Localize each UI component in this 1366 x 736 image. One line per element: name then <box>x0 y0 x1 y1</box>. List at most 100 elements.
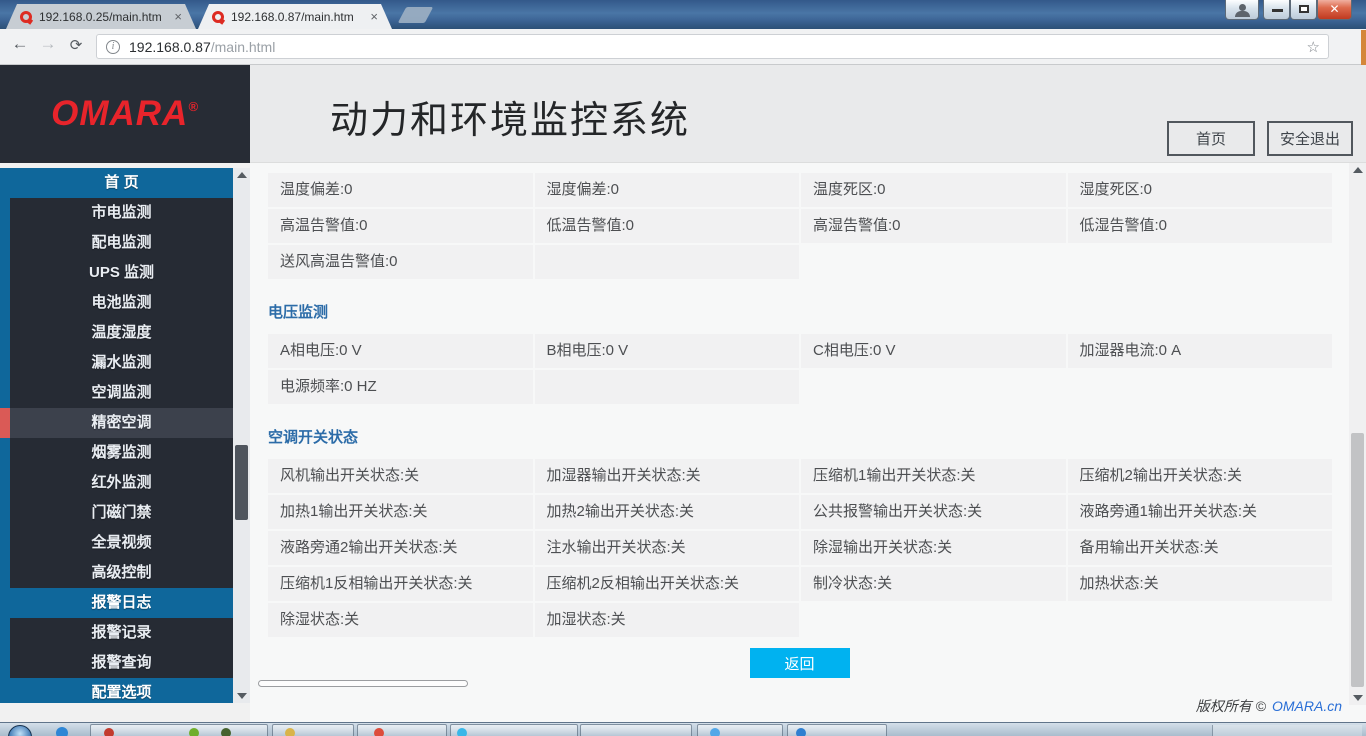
footer: 版权所有 ©OMARA.cn <box>1196 696 1342 716</box>
table-cell: 加热1输出开关状态:关 <box>268 495 533 529</box>
person-icon <box>1239 4 1246 11</box>
horizontal-scrollbar[interactable] <box>258 680 468 687</box>
bookmark-star-icon[interactable]: ☆ <box>1307 38 1320 56</box>
windows-taskbar <box>0 722 1366 736</box>
scroll-down-icon[interactable] <box>1353 695 1363 701</box>
table-row: 液路旁通2输出开关状态:关注水输出开关状态:关除湿输出开关状态:关备用输出开关状… <box>268 531 1332 565</box>
omara-logo: OMARA® <box>51 94 199 134</box>
data-section: 电压监测A相电压:0 VB相电压:0 VC相电压:0 V加湿器电流:0 A电源频… <box>268 301 1332 404</box>
refresh-icon[interactable]: ⟳ <box>64 36 88 54</box>
data-table: 风机输出开关状态:关加湿器输出开关状态:关压缩机1输出开关状态:关压缩机2输出开… <box>268 459 1332 637</box>
table-row: 除湿状态:关加湿状态:关 <box>268 603 1332 637</box>
back-button[interactable]: 返回 <box>750 648 850 678</box>
page-scrollbar[interactable] <box>1349 163 1366 705</box>
table-cell: 电源频率:0 HZ <box>268 370 533 404</box>
brand-link[interactable]: OMARA.cn <box>1272 698 1342 714</box>
app-icon <box>104 728 114 736</box>
address-bar[interactable]: i 192.168.0.87/main.html ☆ <box>96 34 1329 59</box>
browser-tab-1[interactable]: 192.168.0.25/main.htm × <box>6 4 196 29</box>
sidebar-item[interactable]: 精密空调 <box>0 408 233 438</box>
table-cell: 备用输出开关状态:关 <box>1068 531 1333 565</box>
tab-close-icon[interactable]: × <box>370 9 378 24</box>
table-cell: 液路旁通2输出开关状态:关 <box>268 531 533 565</box>
sidebar-item[interactable]: 红外监测 <box>0 468 233 498</box>
taskbar-app-7[interactable] <box>787 724 887 736</box>
sidebar-item[interactable]: 市电监测 <box>0 198 233 228</box>
table-cell: A相电压:0 V <box>268 334 533 368</box>
logo-text: OMARA <box>51 94 188 133</box>
table-cell: 加热状态:关 <box>1068 567 1333 601</box>
taskbar-app-1[interactable] <box>90 724 268 736</box>
new-tab-button[interactable] <box>398 7 434 23</box>
app-icon <box>710 728 720 736</box>
taskbar-app-3[interactable] <box>357 724 447 736</box>
sidebar-item[interactable]: 电池监测 <box>0 288 233 318</box>
minimize-icon <box>1272 9 1283 12</box>
sidebar-item[interactable]: 温度湿度 <box>0 318 233 348</box>
table-cell: 低温告警值:0 <box>535 209 800 243</box>
sidebar-item[interactable]: 高级控制 <box>0 558 233 588</box>
scroll-up-icon[interactable] <box>237 172 247 178</box>
sidebar-item[interactable]: UPS 监测 <box>0 258 233 288</box>
taskbar-app-2[interactable] <box>272 724 354 736</box>
omara-favicon <box>20 11 32 23</box>
table-cell: 高湿告警值:0 <box>801 209 1066 243</box>
tab-close-icon[interactable]: × <box>174 9 182 24</box>
app-icon <box>457 728 467 736</box>
sidebar-section-header[interactable]: 报警日志 <box>0 588 233 618</box>
url-text: 192.168.0.87/main.html <box>129 39 275 55</box>
start-orb-icon[interactable] <box>8 725 32 736</box>
taskbar-app-5[interactable] <box>580 724 692 736</box>
table-cell: C相电压:0 V <box>801 334 1066 368</box>
logo-area: OMARA® <box>0 65 250 163</box>
sections: 温度偏差:0湿度偏差:0温度死区:0湿度死区:0高温告警值:0低温告警值:0高湿… <box>268 173 1332 637</box>
back-icon[interactable]: ← <box>8 34 32 54</box>
taskbar-app-4[interactable] <box>450 724 578 736</box>
browser-tab-2-active[interactable]: 192.168.0.87/main.htm × <box>198 4 392 29</box>
sidebar-section-header[interactable]: 配置选项 <box>0 678 233 703</box>
window-close-button[interactable]: ✕ <box>1317 0 1352 20</box>
taskbar-clock-area[interactable] <box>1212 725 1362 736</box>
table-cell: 低湿告警值:0 <box>1068 209 1333 243</box>
taskbar-app-6[interactable] <box>697 724 783 736</box>
window-minimize-button[interactable] <box>1263 0 1290 20</box>
sidebar-item[interactable]: 全景视频 <box>0 528 233 558</box>
table-cell: 除湿输出开关状态:关 <box>801 531 1066 565</box>
scroll-up-icon[interactable] <box>1353 167 1363 173</box>
table-cell <box>535 245 800 279</box>
logout-button[interactable]: 安全退出 <box>1267 121 1353 156</box>
sidebar-item[interactable]: 报警记录 <box>0 618 233 648</box>
section-title: 空调开关状态 <box>268 426 1332 447</box>
browser-tab-bar: 192.168.0.25/main.htm × 192.168.0.87/mai… <box>0 0 1366 29</box>
main-content: 温度偏差:0湿度偏差:0温度死区:0湿度死区:0高温告警值:0低温告警值:0高湿… <box>250 163 1349 722</box>
table-row: 高温告警值:0低温告警值:0高湿告警值:0低湿告警值:0 <box>268 209 1332 243</box>
scrollbar-thumb[interactable] <box>235 445 248 520</box>
scrollbar-thumb[interactable] <box>1351 433 1364 687</box>
sidebar-item[interactable]: 门磁门禁 <box>0 498 233 528</box>
forward-icon[interactable]: → <box>36 34 60 54</box>
sidebar-section-header[interactable]: 首 页 <box>0 168 233 198</box>
data-section: 温度偏差:0湿度偏差:0温度死区:0湿度死区:0高温告警值:0低温告警值:0高湿… <box>268 173 1332 279</box>
table-cell: 湿度死区:0 <box>1068 173 1333 207</box>
home-button[interactable]: 首页 <box>1167 121 1255 156</box>
sidebar-item[interactable]: 空调监测 <box>0 378 233 408</box>
data-section: 空调开关状态风机输出开关状态:关加湿器输出开关状态:关压缩机1输出开关状态:关压… <box>268 426 1332 637</box>
pinned-browser-icon[interactable] <box>56 727 68 736</box>
sidebar-item[interactable]: 漏水监测 <box>0 348 233 378</box>
scroll-down-icon[interactable] <box>237 693 247 699</box>
sidebar-item[interactable]: 报警查询 <box>0 648 233 678</box>
table-cell: 加热2输出开关状态:关 <box>535 495 800 529</box>
page-title: 动力和环境监控系统 <box>330 89 690 144</box>
url-path: /main.html <box>211 39 276 55</box>
info-icon[interactable]: i <box>106 40 120 54</box>
close-icon: ✕ <box>1318 2 1351 16</box>
sidebar-item[interactable]: 配电监测 <box>0 228 233 258</box>
registered-mark: ® <box>188 99 199 114</box>
sidebar-scrollbar[interactable] <box>233 168 250 703</box>
profile-button[interactable] <box>1225 0 1259 20</box>
sidebar-menu: 首 页市电监测配电监测UPS 监测电池监测温度湿度漏水监测空调监测精密空调烟雾监… <box>0 168 233 703</box>
sidebar: OMARA® 首 页市电监测配电监测UPS 监测电池监测温度湿度漏水监测空调监测… <box>0 65 250 722</box>
table-cell: 送风高温告警值:0 <box>268 245 533 279</box>
window-maximize-button[interactable] <box>1290 0 1317 20</box>
sidebar-item[interactable]: 烟雾监测 <box>0 438 233 468</box>
